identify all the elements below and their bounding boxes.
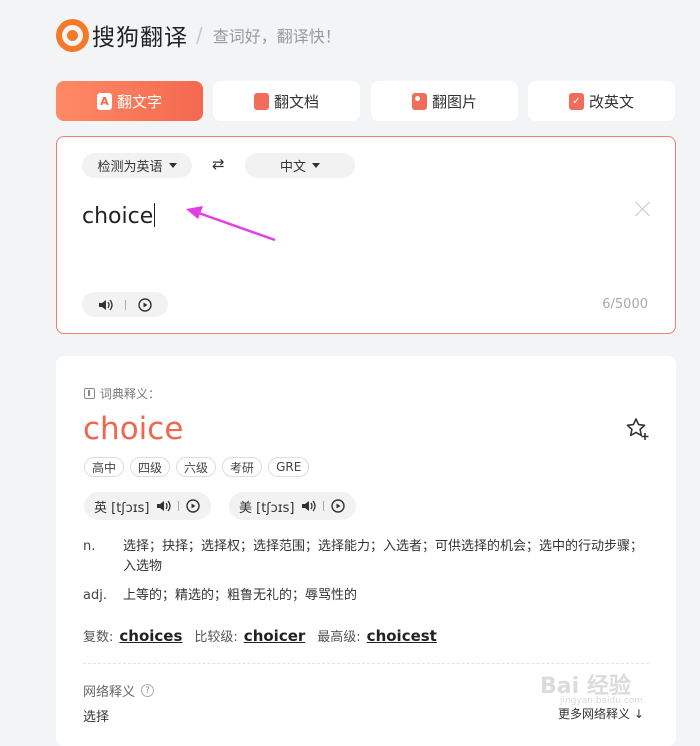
divider — [124, 299, 126, 310]
headword: choice — [83, 411, 184, 447]
part-of-speech: adj. — [83, 588, 107, 603]
tab-label: 翻文字 — [116, 92, 162, 111]
edit-english-icon: ✓ — [568, 92, 584, 110]
tab-translate-document[interactable]: 翻文档 — [213, 81, 360, 121]
char-counter: 6/5000 — [602, 297, 648, 312]
plural-label: 复数: — [83, 630, 114, 645]
repeat-play-icon[interactable] — [330, 498, 346, 514]
divider — [322, 501, 324, 511]
level-tag: 六级 — [176, 457, 217, 477]
document-icon — [253, 92, 269, 110]
phonetic-us-text: 美 [tʃɔɪs] — [239, 500, 295, 516]
source-language-select[interactable]: 检测为英语 — [82, 153, 192, 178]
clear-icon[interactable] — [633, 199, 653, 219]
level-tag: 高中 — [84, 457, 125, 477]
level-tag: 考研 — [222, 457, 263, 477]
tab-label: 翻图片 — [431, 92, 477, 111]
definition-row: n. 选择；抉择；选择权；选择范围；选择能力；入选者；可供选择的机会；选中的行动… — [83, 537, 653, 579]
help-icon[interactable]: ? — [141, 684, 155, 697]
web-definition-title: 网络释义 — [83, 685, 136, 700]
repeat-play-icon[interactable] — [185, 498, 201, 514]
header-separator: / — [196, 23, 203, 47]
superlative-label: 最高级: — [317, 630, 361, 645]
speaker-icon[interactable] — [301, 499, 317, 513]
swap-languages-button[interactable]: ⇄ — [212, 155, 225, 173]
section-divider — [83, 663, 649, 664]
sogou-logo-icon[interactable] — [56, 18, 89, 52]
phonetic-uk: 英 [tʃɔɪs] — [84, 492, 211, 520]
comparative-label: 比较级: — [194, 630, 238, 645]
plural-link[interactable]: choices — [119, 627, 182, 645]
tab-translate-text[interactable]: A 翻文字 — [56, 81, 203, 121]
watermark-url: jingyan.baidu.com — [560, 696, 644, 706]
dictionary-label: 词典释义： — [84, 385, 160, 402]
chevron-down-icon — [312, 163, 320, 168]
tab-label: 改英文 — [588, 92, 634, 111]
favorite-star-icon[interactable] — [625, 416, 651, 442]
text-icon: A — [96, 92, 112, 110]
phonetic-uk-text: 英 [tʃɔɪs] — [94, 500, 150, 516]
source-text-input[interactable]: choice — [82, 203, 156, 229]
web-definition-value: 选择 — [83, 710, 110, 725]
comparative-link[interactable]: choicer — [244, 627, 305, 645]
input-audio-controls — [82, 292, 168, 317]
input-panel: 检测为英语 ⇄ 中文 choice 6/5000 — [56, 136, 676, 334]
web-definition-label: 网络释义 ? — [83, 681, 155, 700]
more-web-definitions-link[interactable]: 更多网络释义 ↓ — [558, 705, 644, 722]
source-language-label: 检测为英语 — [97, 160, 163, 175]
tab-edit-english[interactable]: ✓ 改英文 — [528, 81, 675, 121]
target-language-label: 中文 — [279, 160, 306, 175]
tab-label: 翻文档 — [273, 92, 319, 111]
text-cursor — [154, 203, 156, 227]
phonetic-us: 美 [tʃɔɪs] — [229, 492, 356, 520]
image-icon — [411, 92, 427, 110]
level-tag: 四级 — [130, 457, 171, 477]
part-of-speech: n. — [83, 539, 96, 554]
definition-text: 上等的；精选的；粗鲁无礼的；辱骂性的 — [123, 588, 358, 603]
speaker-icon[interactable] — [98, 298, 114, 312]
slogan: 查词好，翻译快！ — [212, 27, 341, 46]
tab-translate-image[interactable]: 翻图片 — [371, 81, 518, 121]
word-forms: 复数: choices 比较级: choicer 最高级: choicest — [83, 626, 449, 645]
repeat-play-icon[interactable] — [137, 297, 153, 313]
target-language-select[interactable]: 中文 — [245, 153, 355, 178]
definition-row: adj. 上等的；精选的；粗鲁无礼的；辱骂性的 — [83, 586, 653, 606]
level-tag: GRE — [268, 457, 310, 477]
header: 搜狗翻译 / 查词好，翻译快！ — [56, 17, 341, 53]
speaker-icon[interactable] — [156, 499, 172, 513]
brand-name[interactable]: 搜狗翻译 — [92, 18, 188, 52]
source-text: choice — [82, 204, 154, 229]
divider — [177, 501, 179, 511]
book-icon — [84, 388, 95, 399]
superlative-link[interactable]: choicest — [367, 627, 437, 645]
dictionary-label-text: 词典释义： — [100, 387, 161, 401]
level-tags: 高中 四级 六级 考研 GRE — [84, 457, 310, 477]
chevron-down-icon — [168, 163, 177, 168]
definition-text: 选择；抉择；选择权；选择范围；选择能力；入选者；可供选择的机会；选中的行动步骤；… — [123, 539, 644, 574]
